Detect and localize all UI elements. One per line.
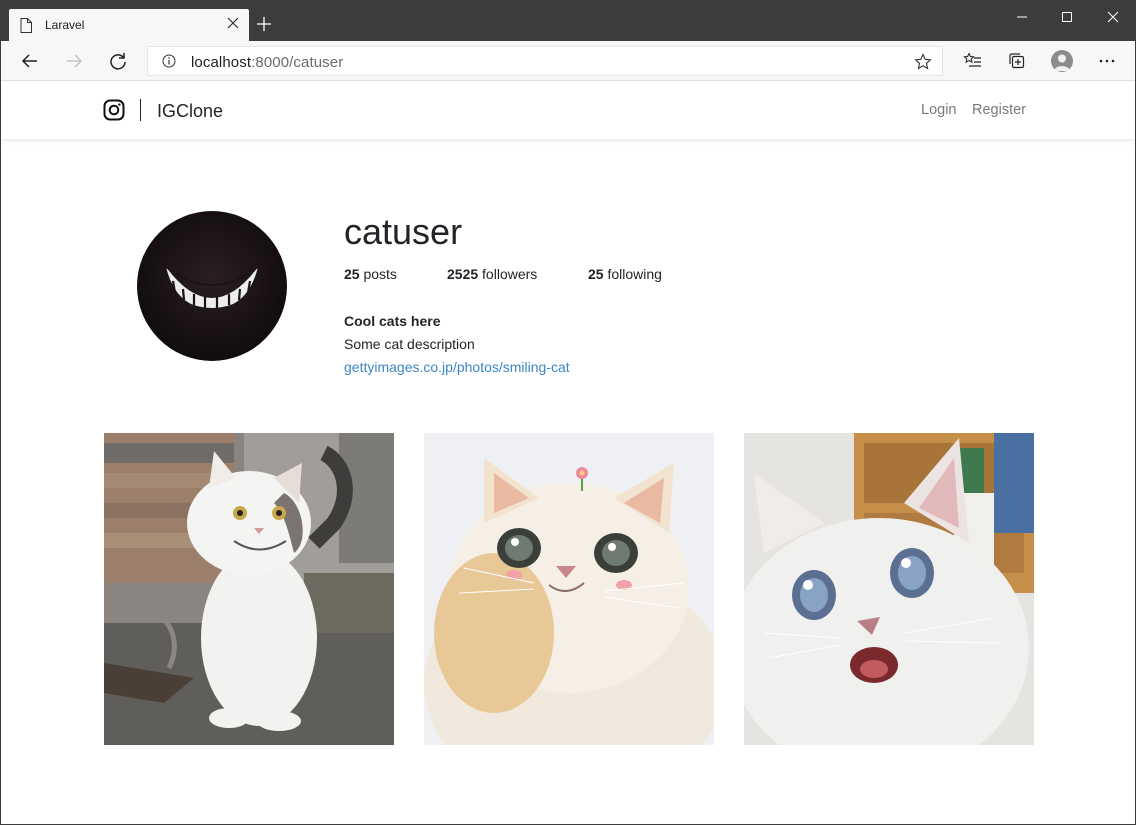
followers-label: followers (482, 266, 538, 282)
page-icon (20, 18, 32, 33)
new-tab-icon[interactable] (257, 17, 271, 31)
following-stat: 25 following (588, 266, 662, 282)
address-bar[interactable]: localhost:8000/catuser (147, 46, 943, 76)
following-count: 25 (588, 266, 604, 282)
posts-count: 25 (344, 266, 360, 282)
favorite-star-icon[interactable] (914, 53, 932, 71)
following-label: following (607, 266, 662, 282)
refresh-icon[interactable] (108, 51, 128, 71)
brand-divider (140, 99, 141, 121)
posts-stat: 25 posts (344, 266, 397, 282)
site-navbar: IGClone Login Register (1, 82, 1135, 140)
bio-title: Cool cats here (344, 313, 441, 329)
posts-label: posts (363, 266, 397, 282)
bio-link[interactable]: gettyimages.co.jp/photos/smiling-cat (344, 359, 570, 375)
profile-avatar-icon[interactable] (1051, 50, 1073, 72)
collections-icon[interactable] (1007, 51, 1027, 71)
followers-count: 2525 (447, 266, 479, 282)
url-text[interactable]: localhost:8000/catuser (191, 54, 343, 71)
post-image-2[interactable] (424, 433, 714, 745)
instagram-icon[interactable] (103, 99, 125, 121)
browser-window: Laravel localhost:8000/catuser IGClone L… (0, 0, 1136, 825)
register-link[interactable]: Register (972, 102, 1026, 118)
minimize-icon[interactable] (1014, 9, 1030, 25)
url-host: localhost (191, 54, 252, 71)
info-icon[interactable] (162, 54, 176, 68)
url-path: :8000/catuser (251, 54, 344, 71)
browser-tab[interactable]: Laravel (9, 9, 249, 41)
post-image-1[interactable] (104, 433, 394, 745)
favorites-list-icon[interactable] (963, 51, 983, 71)
browser-toolbar: localhost:8000/catuser (1, 41, 1135, 81)
post-image-3[interactable] (744, 433, 1034, 745)
login-link[interactable]: Login (921, 102, 956, 118)
brand-link[interactable]: IGClone (157, 101, 223, 122)
tab-title: Laravel (45, 18, 85, 32)
bio-description: Some cat description (344, 336, 475, 352)
close-window-icon[interactable] (1105, 9, 1121, 25)
followers-stat: 2525 followers (447, 266, 537, 282)
profile-username: catuser (344, 211, 463, 252)
title-bar: Laravel (1, 1, 1135, 41)
profile-picture (137, 211, 287, 361)
person-icon (1054, 54, 1070, 71)
more-menu-icon[interactable] (1097, 51, 1117, 71)
forward-arrow-icon[interactable] (64, 51, 84, 71)
back-arrow-icon[interactable] (20, 51, 40, 71)
close-tab-icon[interactable] (227, 17, 239, 29)
maximize-icon[interactable] (1059, 9, 1075, 25)
